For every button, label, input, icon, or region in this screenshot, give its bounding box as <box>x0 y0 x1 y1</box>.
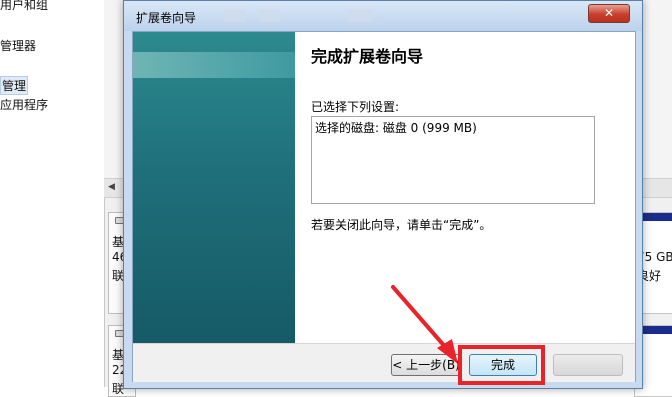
annotation-arrow-icon <box>391 285 458 364</box>
